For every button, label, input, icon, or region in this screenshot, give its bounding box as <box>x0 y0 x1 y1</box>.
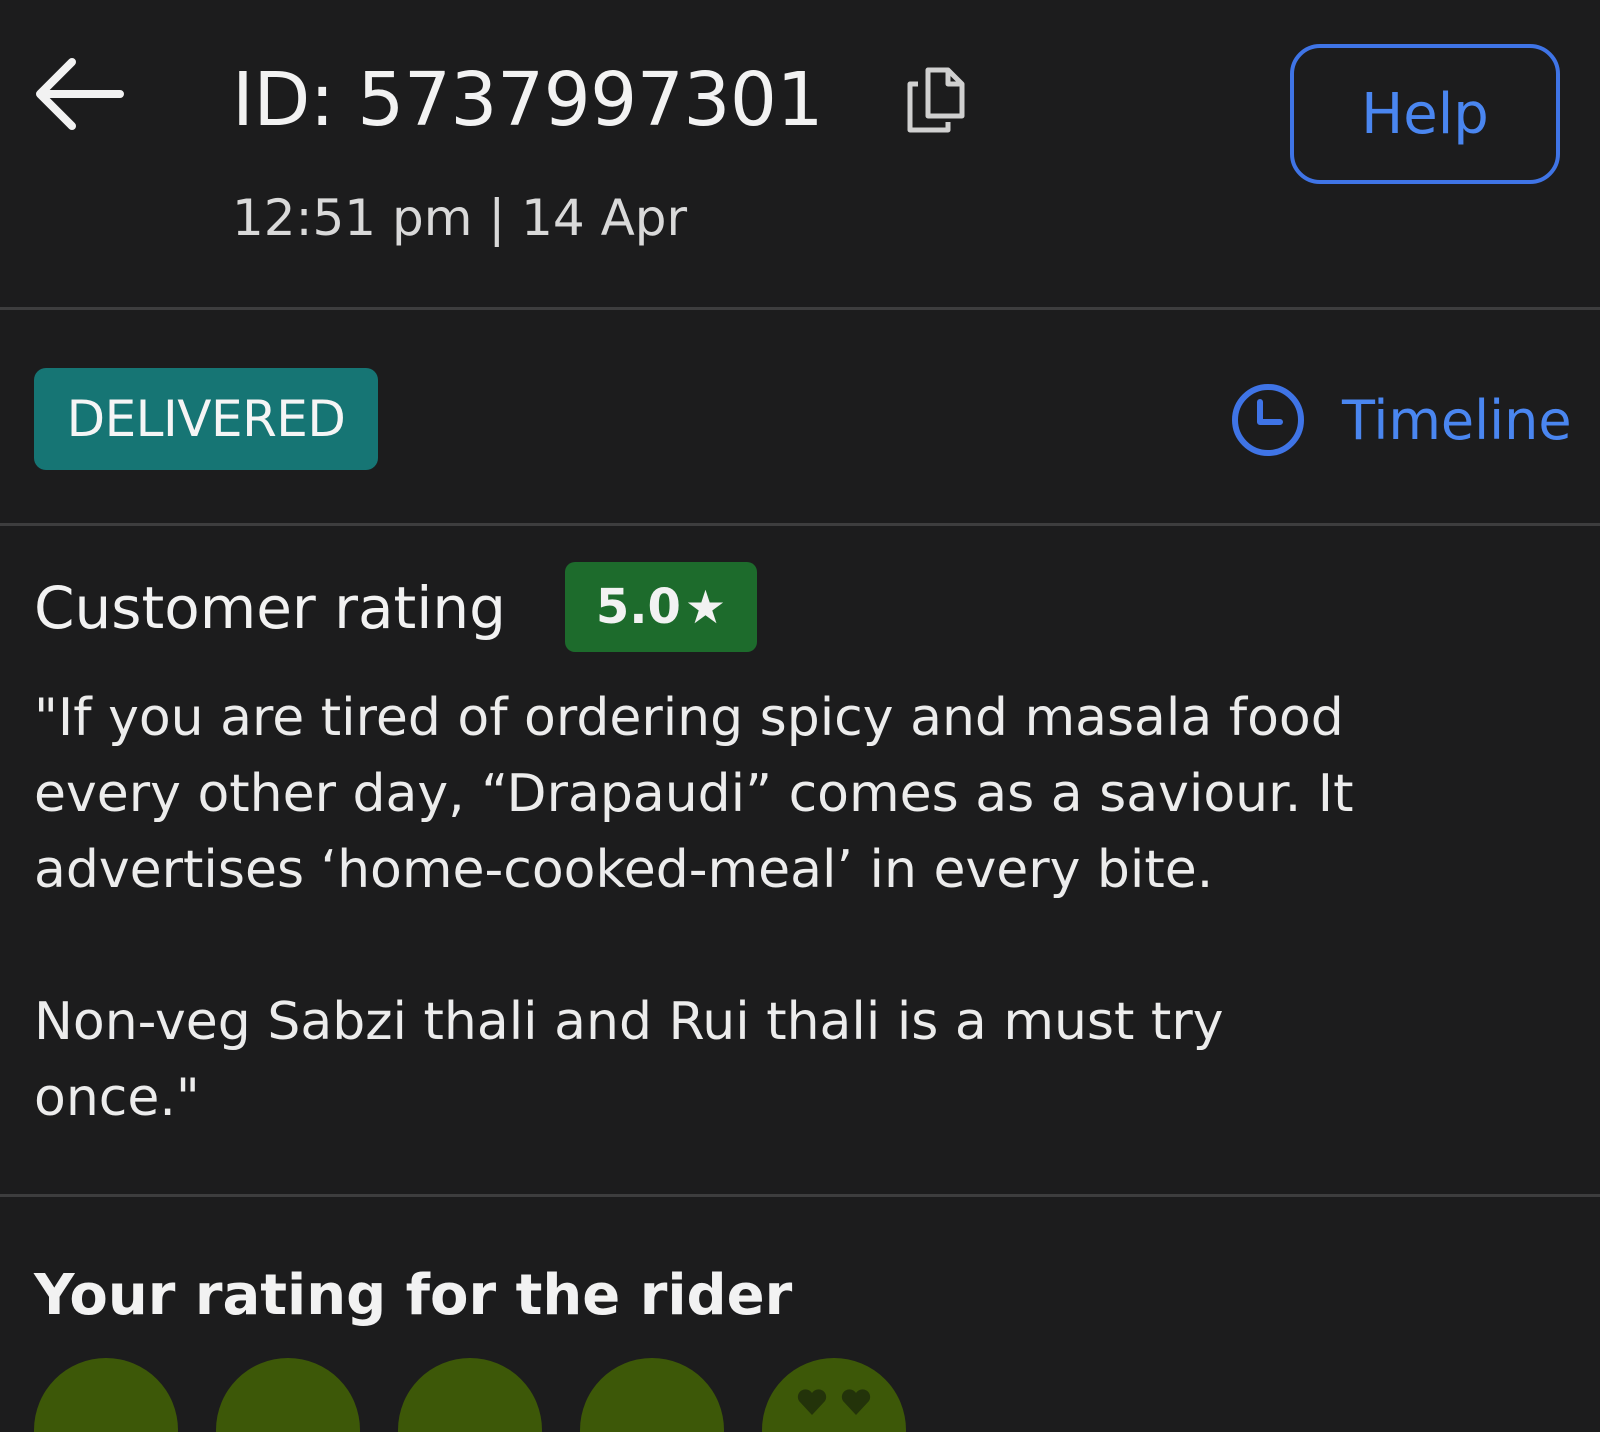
copy-icon <box>907 67 965 133</box>
customer-review: "If you are tired of ordering spicy and … <box>34 680 1574 1136</box>
rider-rating-heading: Your rating for the rider <box>34 1263 793 1328</box>
order-detail-screen: ID: 5737997301 12:51 pm | 14 Apr Help DE… <box>0 0 1600 1432</box>
divider <box>0 307 1600 310</box>
review-paragraph: "If you are tired of ordering spicy and … <box>34 688 1354 900</box>
help-button[interactable]: Help <box>1290 44 1560 184</box>
divider <box>0 523 1600 526</box>
divider <box>0 1194 1600 1197</box>
timeline-label: Timeline <box>1342 388 1572 452</box>
status-badge: DELIVERED <box>34 368 378 470</box>
rider-rating-faces <box>34 1358 906 1432</box>
rating-face-3[interactable] <box>398 1358 542 1432</box>
arrow-left-icon <box>36 58 124 130</box>
copy-id-button[interactable] <box>900 62 972 138</box>
rating-face-1[interactable] <box>34 1358 178 1432</box>
rating-face-5-heart-eyes[interactable] <box>762 1358 906 1432</box>
rating-face-4[interactable] <box>580 1358 724 1432</box>
star-icon: ★ <box>684 580 727 634</box>
rating-face-2[interactable] <box>216 1358 360 1432</box>
timeline-link[interactable]: Timeline <box>1228 378 1572 462</box>
back-button[interactable] <box>30 52 126 136</box>
order-id: ID: 5737997301 <box>232 57 824 143</box>
customer-rating-badge: 5.0 ★ <box>565 562 757 652</box>
heart-eyes-icon <box>762 1388 906 1416</box>
rating-score: 5.0 <box>595 579 681 635</box>
order-header: ID: 5737997301 12:51 pm | 14 Apr Help <box>0 0 1600 307</box>
clock-icon <box>1232 384 1304 456</box>
customer-rating-heading: Customer rating <box>34 574 506 642</box>
order-timestamp: 12:51 pm | 14 Apr <box>232 189 688 247</box>
review-paragraph: Non-veg Sabzi thali and Rui thali is a m… <box>34 992 1224 1128</box>
